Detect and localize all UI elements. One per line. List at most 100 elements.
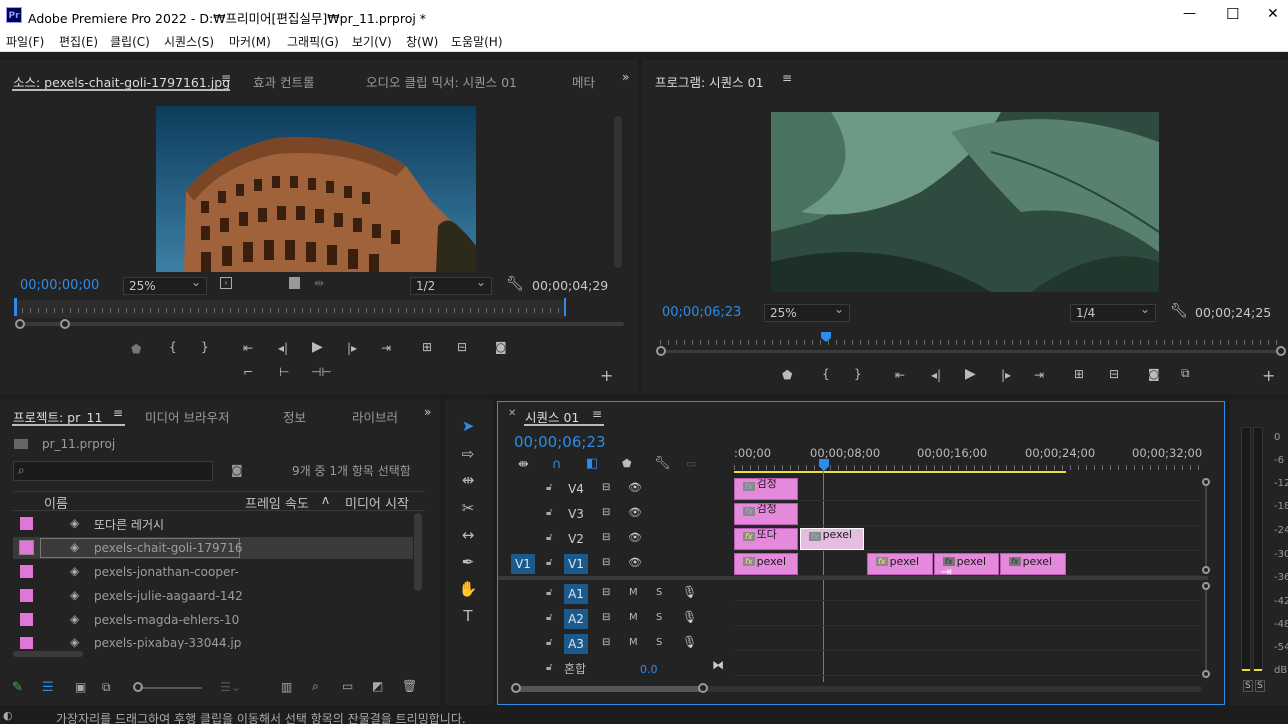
project-vscroll[interactable]: [414, 513, 422, 591]
timeline-vscroll-mid[interactable]: [1202, 566, 1210, 574]
lock-icon[interactable]: 🔓︎: [546, 587, 552, 598]
new-search-bin-icon[interactable]: ◙: [231, 463, 243, 477]
icon-view-icon[interactable]: ▣: [75, 680, 86, 694]
lock-icon[interactable]: 🔓︎: [546, 532, 552, 543]
menu-help[interactable]: 도움말(H): [451, 33, 503, 50]
slip-tool-icon[interactable]: ↔: [455, 526, 481, 544]
new-item-icon[interactable]: ◩: [372, 679, 383, 693]
mark-in-icon[interactable]: {: [169, 341, 177, 353]
source-zoom-select[interactable]: 25%: [123, 275, 207, 295]
mute-button[interactable]: M: [629, 587, 638, 598]
mark-clip-icon[interactable]: ⌐: [243, 366, 253, 378]
sort-up-icon[interactable]: ʌ: [322, 493, 329, 507]
program-resolution-select[interactable]: 1/4: [1070, 302, 1156, 322]
overwrite-icon[interactable]: ⊟: [457, 341, 467, 353]
nest-icon[interactable]: ⇼: [518, 457, 529, 472]
microphone-icon[interactable]: 🎙︎: [682, 610, 697, 624]
microphone-icon[interactable]: 🎙︎: [682, 585, 697, 599]
label-color-swatch[interactable]: [20, 613, 33, 626]
menu-view[interactable]: 보기(V): [352, 33, 392, 50]
program-timecode[interactable]: 00;00;06;23: [662, 305, 741, 320]
slider-handle[interactable]: [133, 682, 143, 692]
trash-icon[interactable]: 🗑︎: [402, 679, 417, 693]
step-back-icon[interactable]: ◂|: [278, 342, 288, 354]
thumbnail-zoom-slider[interactable]: [140, 687, 202, 689]
program-mark-out-icon[interactable]: }: [854, 368, 862, 380]
eye-icon[interactable]: 👁︎: [628, 531, 642, 544]
sync-lock-icon[interactable]: ⊟: [602, 507, 610, 518]
tab-info[interactable]: 정보: [283, 407, 306, 426]
program-add-button-icon[interactable]: +: [1262, 368, 1275, 384]
sequence-menu-icon[interactable]: ≡: [592, 407, 602, 421]
selection-tool-icon[interactable]: ➤: [455, 417, 481, 435]
menu-sequence[interactable]: 시퀀스(S): [164, 33, 214, 50]
new-bin-icon[interactable]: ▭: [342, 679, 353, 693]
sort-icon[interactable]: ☰⌄: [220, 680, 241, 694]
mute-button[interactable]: M: [629, 637, 638, 648]
timeline-vscroll-bottom[interactable]: [1202, 670, 1210, 678]
timeline-vscroll-top[interactable]: [1202, 478, 1210, 486]
microphone-icon[interactable]: 🎙︎: [682, 635, 697, 649]
project-menu-icon[interactable]: ≡: [113, 406, 123, 420]
timeline-vscroll-video[interactable]: [1205, 486, 1207, 568]
track-label-a2[interactable]: A2: [564, 609, 588, 629]
sync-lock-icon[interactable]: ⊟: [602, 482, 610, 493]
add-marker-icon[interactable]: ⬟: [131, 343, 141, 355]
timeline-settings-wrench-icon[interactable]: 🔧︎: [654, 456, 671, 471]
write-pencil-icon[interactable]: ✎: [12, 680, 23, 695]
label-color-swatch[interactable]: [20, 589, 33, 602]
captions-icon[interactable]: ▭: [686, 457, 696, 470]
fit-icon[interactable]: ‹: [220, 277, 232, 289]
source-timecode[interactable]: 00;00;00;00: [20, 278, 99, 293]
track-label-v2[interactable]: V2: [564, 529, 588, 549]
sequence-timecode[interactable]: 00;00;06;23: [514, 433, 606, 451]
clear-out-icon[interactable]: ⊣⊢: [311, 366, 332, 378]
timeline-hscroll-left[interactable]: [511, 683, 521, 693]
list-item[interactable]: ◈ pexels-chait-goli-179716: [13, 537, 413, 559]
clip-v3-black[interactable]: fx 검정: [734, 503, 798, 525]
clear-in-icon[interactable]: ⊢: [279, 366, 289, 378]
tab-libraries[interactable]: 라이브러: [352, 407, 398, 426]
source-patch-v1[interactable]: V1: [511, 554, 535, 574]
eye-icon[interactable]: 👁︎: [628, 556, 642, 569]
list-view-icon[interactable]: ☰: [42, 680, 54, 695]
clip-v1-pexel-2[interactable]: fx pexel: [867, 553, 933, 575]
program-zoom-handle-right[interactable]: [1276, 346, 1286, 356]
program-zoom-select[interactable]: 25%: [764, 302, 850, 322]
program-settings-wrench-icon[interactable]: 🔧︎: [1170, 303, 1188, 319]
pen-tool-icon[interactable]: ✒: [455, 553, 481, 571]
find-icon[interactable]: ⌕: [312, 679, 319, 694]
program-go-to-out-icon[interactable]: ⇥: [1034, 369, 1044, 381]
source-scrollbar[interactable]: [614, 116, 622, 268]
source-menu-icon[interactable]: ≡: [221, 71, 231, 85]
program-step-forward-icon[interactable]: |▸: [1001, 369, 1011, 381]
track-label-a1[interactable]: A1: [564, 584, 588, 604]
comparison-view-icon[interactable]: ⧉: [1181, 367, 1190, 379]
lock-icon[interactable]: 🔓︎: [546, 507, 552, 518]
project-hscroll[interactable]: [13, 651, 83, 657]
program-zoom-handle-left[interactable]: [656, 346, 666, 356]
program-add-marker-icon[interactable]: ⬟: [782, 369, 792, 381]
go-to-in-icon[interactable]: ⇤: [243, 342, 253, 354]
tab-media-browser[interactable]: 미디어 브라우저: [145, 407, 229, 426]
drag-audio-icon[interactable]: ⇹: [314, 276, 324, 290]
timeline-vscroll-audio[interactable]: [1205, 590, 1207, 670]
tab-metadata[interactable]: 메타: [572, 72, 595, 91]
program-step-back-icon[interactable]: ◂|: [931, 369, 941, 381]
type-tool-icon[interactable]: T: [455, 607, 481, 625]
close-button[interactable]: ✕: [1267, 6, 1279, 22]
eye-icon[interactable]: 👁︎: [628, 506, 642, 519]
go-to-out-icon[interactable]: ⇥: [381, 342, 391, 354]
razor-tool-icon[interactable]: ✂: [455, 499, 481, 517]
eye-icon[interactable]: 👁︎: [628, 481, 642, 494]
sync-lock-icon[interactable]: ⊟: [602, 637, 610, 648]
lock-icon[interactable]: 🔓︎: [546, 612, 552, 623]
clip-v4-black[interactable]: fx 검정: [734, 478, 798, 500]
column-media-start[interactable]: 미디어 시작: [345, 493, 409, 512]
label-color-swatch[interactable]: [20, 517, 33, 530]
mute-button[interactable]: M: [629, 612, 638, 623]
snap-magnet-icon[interactable]: ∩: [552, 457, 562, 472]
ripple-edit-tool-icon[interactable]: ⇹: [455, 471, 481, 489]
source-zoom-bar[interactable]: [18, 322, 624, 326]
work-area-bar[interactable]: [734, 471, 1066, 473]
